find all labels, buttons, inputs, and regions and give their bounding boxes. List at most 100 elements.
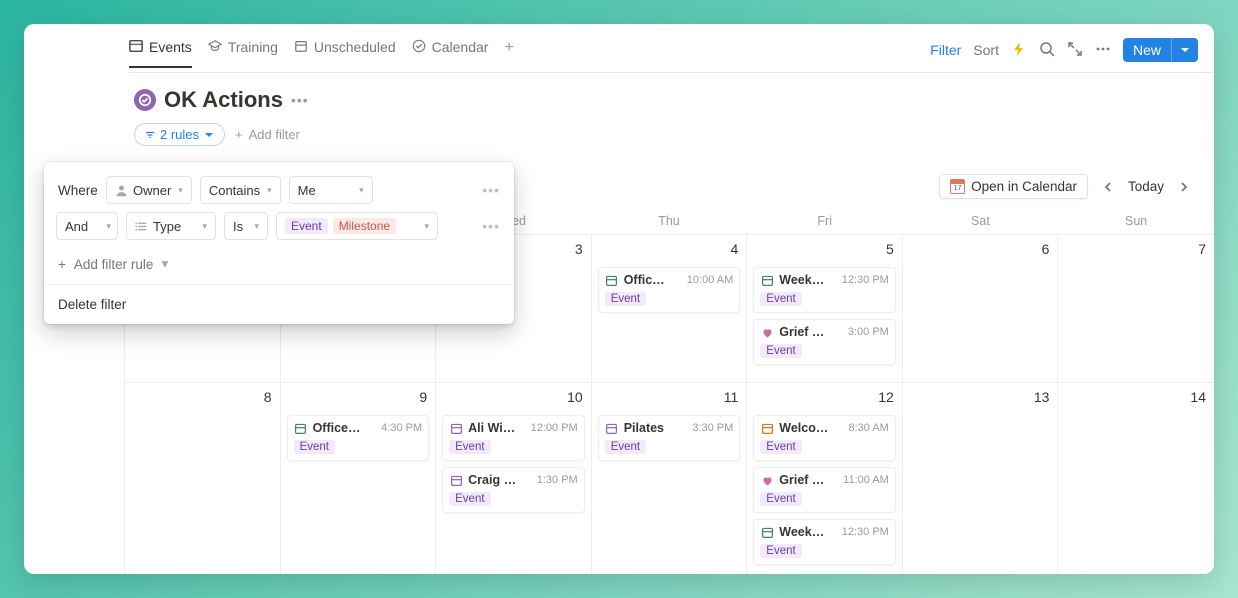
day-cell[interactable]: 4 Offic… 10:00 AM Event xyxy=(592,235,748,383)
day-cell[interactable]: 11 Pilates 3:30 PM Event xyxy=(592,383,748,574)
rule1-more-icon[interactable]: ••• xyxy=(482,182,500,198)
where-label: Where xyxy=(58,183,98,198)
automations-icon[interactable] xyxy=(1011,41,1027,60)
filter-rule-2: And ▾ Type ▾ Is ▾ Event Milestone ▾ ••• xyxy=(44,212,514,240)
person-icon xyxy=(115,184,128,197)
day-cell[interactable]: 12 Welco… 8:30 AM Event Grief … 11:00 AM xyxy=(747,383,903,574)
chevron-down-icon xyxy=(204,130,214,140)
event-card[interactable]: Offic… 10:00 AM Event xyxy=(598,267,741,313)
prev-week-button[interactable] xyxy=(1096,175,1120,199)
tab-events[interactable]: Events xyxy=(129,39,192,68)
day-number: 4 xyxy=(730,241,738,257)
delete-filter-button[interactable]: Delete filter xyxy=(44,285,514,324)
event-card[interactable]: Week… 12:30 PM Event xyxy=(753,267,896,313)
page-header: OK Actions ••• xyxy=(24,73,1214,123)
day-cell[interactable]: 5 Week… 12:30 PM Event Grief … 3:00 PM xyxy=(747,235,903,383)
day-number: 6 xyxy=(1042,241,1050,257)
event-title: Welco… xyxy=(779,421,843,435)
event-card[interactable]: Ali Wi… 12:00 PM Event xyxy=(442,415,585,461)
rule2-op-label: Is xyxy=(233,219,243,234)
event-card[interactable]: Grief … 3:00 PM Event xyxy=(753,319,896,365)
event-head: Offic… 10:00 AM xyxy=(605,273,734,287)
rule1-field-label: Owner xyxy=(133,183,171,198)
event-head: Pilates 3:30 PM xyxy=(605,421,734,435)
chip-event: Event xyxy=(285,218,328,234)
event-card[interactable]: Pilates 3:30 PM Event xyxy=(598,415,741,461)
rule2-value-select[interactable]: Event Milestone ▾ xyxy=(276,212,438,240)
event-time: 12:30 PM xyxy=(842,274,889,286)
dow-sun: Sun xyxy=(1058,214,1214,228)
event-card[interactable]: Craig … 1:30 PM Event xyxy=(442,467,585,513)
event-card[interactable]: Week… 12:30 PM Event xyxy=(753,519,896,565)
rules-pill[interactable]: 2 rules xyxy=(134,123,225,146)
filter-popup: Where Owner ▾ Contains ▾ Me ▾ ••• And ▾ xyxy=(44,162,514,324)
add-filter-rule-button[interactable]: + Add filter rule ▾ xyxy=(44,248,514,284)
page-more-icon[interactable]: ••• xyxy=(291,92,309,108)
event-tag: Event xyxy=(605,440,646,454)
day-number: 10 xyxy=(567,389,583,405)
rule2-conj-select[interactable]: And ▾ xyxy=(56,212,118,240)
more-icon[interactable] xyxy=(1095,41,1111,60)
day-cell[interactable]: 13 xyxy=(903,383,1059,574)
day-number: 3 xyxy=(575,241,583,257)
event-tag: Event xyxy=(605,292,646,306)
chevron-down-icon: ▾ xyxy=(267,185,272,196)
search-icon[interactable] xyxy=(1039,41,1055,60)
event-title: Grief … xyxy=(779,325,843,339)
event-tag: Event xyxy=(760,492,801,506)
event-head: Office… 4:30 PM xyxy=(294,421,423,435)
event-card[interactable]: Office… 4:30 PM Event xyxy=(287,415,430,461)
event-card[interactable]: Welco… 8:30 AM Event xyxy=(753,415,896,461)
chevron-down-icon: ▾ xyxy=(424,221,429,232)
add-filter-button[interactable]: + Add filter xyxy=(235,127,300,142)
rule2-field-label: Type xyxy=(153,219,181,234)
add-view-button[interactable]: + xyxy=(504,39,513,67)
day-cell[interactable]: 14 xyxy=(1058,383,1214,574)
rule2-field-select[interactable]: Type ▾ xyxy=(126,212,216,240)
rule2-more-icon[interactable]: ••• xyxy=(482,218,500,234)
day-cell[interactable]: 9 Office… 4:30 PM Event xyxy=(281,383,437,574)
tab-label: Calendar xyxy=(432,39,489,55)
event-time: 3:30 PM xyxy=(692,422,733,434)
new-button-label: New xyxy=(1123,38,1171,62)
event-card[interactable]: Grief … 11:00 AM Event xyxy=(753,467,896,513)
event-type-icon xyxy=(449,421,463,435)
filter-rule-1: Where Owner ▾ Contains ▾ Me ▾ ••• xyxy=(44,176,514,204)
filter-icon xyxy=(145,130,155,140)
list-icon xyxy=(135,220,148,233)
event-time: 12:30 PM xyxy=(842,526,889,538)
next-week-button[interactable] xyxy=(1172,175,1196,199)
day-cell[interactable]: 7 xyxy=(1058,235,1214,383)
tab-training[interactable]: Training xyxy=(208,39,278,68)
day-cell[interactable]: 10 Ali Wi… 12:00 PM Event Craig … 1:30 P… xyxy=(436,383,592,574)
day-number: 11 xyxy=(724,389,739,405)
tab-calendar[interactable]: Calendar xyxy=(412,39,489,68)
event-type-icon xyxy=(760,525,774,539)
tab-unscheduled[interactable]: Unscheduled xyxy=(294,39,396,68)
event-type-icon xyxy=(605,273,619,287)
rule1-op-select[interactable]: Contains ▾ xyxy=(200,176,281,204)
new-button[interactable]: New xyxy=(1123,38,1198,62)
plus-icon: + xyxy=(58,257,66,272)
rule2-op-select[interactable]: Is ▾ xyxy=(224,212,268,240)
tab-label: Events xyxy=(149,39,192,55)
day-number: 14 xyxy=(1190,389,1206,405)
expand-icon[interactable] xyxy=(1067,41,1083,60)
open-in-calendar-button[interactable]: 17 Open in Calendar xyxy=(939,174,1088,199)
event-title: Grief … xyxy=(779,473,838,487)
page-icon xyxy=(134,89,156,111)
rule1-op-label: Contains xyxy=(209,183,260,198)
today-button[interactable]: Today xyxy=(1122,176,1170,197)
add-filter-label: Add filter xyxy=(249,127,300,142)
day-number: 9 xyxy=(419,389,427,405)
chevron-down-icon: ▾ xyxy=(178,185,183,196)
chevron-down-icon[interactable] xyxy=(1171,38,1198,62)
dow-fri: Fri xyxy=(747,214,903,228)
sort-button[interactable]: Sort xyxy=(973,42,999,58)
day-cell[interactable]: 6 xyxy=(903,235,1059,383)
filter-button[interactable]: Filter xyxy=(930,42,961,58)
rule1-field-select[interactable]: Owner ▾ xyxy=(106,176,192,204)
rule1-value-select[interactable]: Me ▾ xyxy=(289,176,373,204)
day-cell[interactable]: 8 xyxy=(125,383,281,574)
dow-thu: Thu xyxy=(591,214,747,228)
